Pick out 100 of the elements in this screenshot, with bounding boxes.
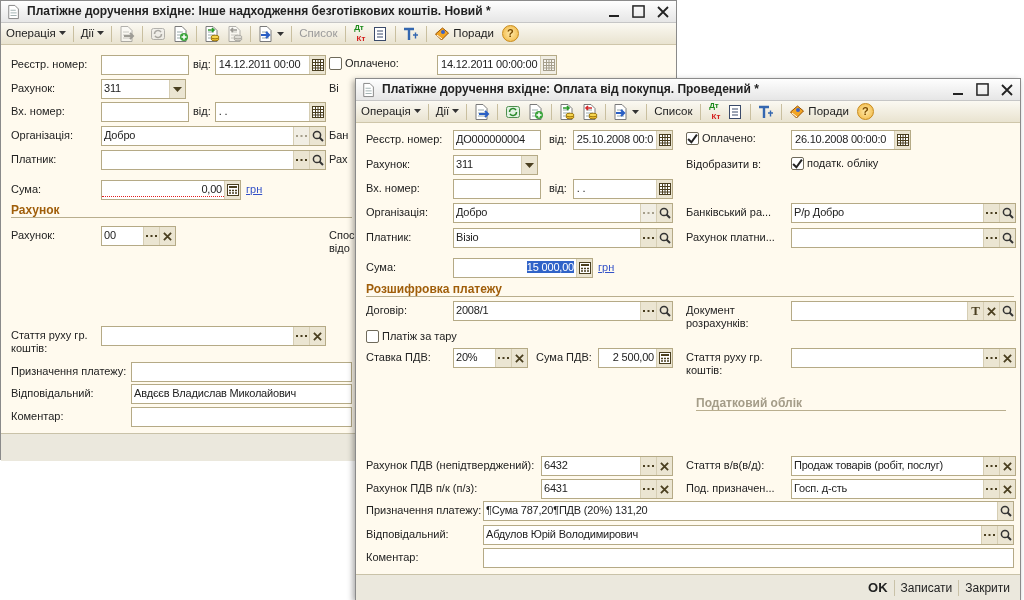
- input-field[interactable]: 00: [101, 226, 176, 246]
- input-field[interactable]: 20%: [453, 348, 528, 368]
- calendar-button[interactable]: [309, 103, 325, 121]
- amount-field[interactable]: 2 500,00: [597, 348, 673, 368]
- checkbox[interactable]: [791, 157, 804, 171]
- clear-button[interactable]: [159, 227, 175, 245]
- help-button[interactable]: ?: [501, 25, 519, 42]
- input-field[interactable]: Госп. д-сть: [791, 479, 1016, 499]
- checkbox[interactable]: [366, 330, 379, 344]
- currency-link[interactable]: грн: [593, 258, 615, 275]
- input-field[interactable]: [791, 228, 1016, 248]
- input-field[interactable]: [131, 362, 352, 382]
- checkbox-label[interactable]: Платіж за тару: [382, 330, 457, 344]
- input-field[interactable]: [101, 326, 326, 346]
- input-field[interactable]: Р/р Добро: [791, 203, 1016, 223]
- input-field[interactable]: Абдулов Юрій Володимирович: [483, 525, 1014, 545]
- choose-button[interactable]: [143, 227, 159, 245]
- calculator-button[interactable]: [576, 259, 592, 277]
- maximize-button[interactable]: [629, 5, 648, 18]
- input-field[interactable]: 2008/1: [453, 301, 673, 321]
- calculator-button[interactable]: [224, 181, 240, 199]
- dropdown-button[interactable]: [169, 80, 185, 98]
- date-field[interactable]: 26.10.2008 00:00:0: [791, 130, 911, 150]
- input-field[interactable]: [101, 55, 189, 75]
- input-field[interactable]: [101, 102, 189, 122]
- input-field[interactable]: 6432: [541, 456, 673, 476]
- close-button[interactable]: [998, 83, 1016, 96]
- search-button[interactable]: [656, 204, 672, 222]
- search-button[interactable]: [309, 151, 325, 169]
- maximize-button[interactable]: [973, 83, 992, 96]
- clear-button[interactable]: [983, 302, 999, 320]
- input-field[interactable]: Добро: [453, 203, 673, 223]
- search-button[interactable]: [997, 526, 1013, 544]
- choose-button[interactable]: [640, 457, 656, 475]
- footer-button[interactable]: Записати: [893, 579, 959, 597]
- input-field[interactable]: 6431: [541, 479, 673, 499]
- search-button[interactable]: [999, 302, 1015, 320]
- search-button[interactable]: [309, 127, 325, 145]
- search-button[interactable]: [999, 204, 1015, 222]
- dropdown-field[interactable]: 311: [101, 79, 186, 99]
- clear-button[interactable]: [999, 457, 1015, 475]
- choose-button[interactable]: [981, 526, 997, 544]
- clear-button[interactable]: [999, 480, 1015, 498]
- clear-button[interactable]: [656, 457, 672, 475]
- choose-button[interactable]: [293, 327, 309, 345]
- calendar-button[interactable]: [309, 56, 325, 74]
- tips-button[interactable]: Поради: [431, 24, 497, 43]
- input-field[interactable]: Добро: [101, 126, 326, 146]
- checkbox-label[interactable]: податк. обліку: [807, 157, 879, 171]
- toolbar-button[interactable]: Список: [651, 103, 696, 120]
- calendar-button[interactable]: [656, 131, 672, 149]
- date-field[interactable]: 14.12.2011 00:00:00: [437, 55, 557, 75]
- input-field[interactable]: [131, 407, 352, 427]
- checkbox[interactable]: [686, 132, 699, 146]
- amount-field[interactable]: 0,00: [101, 180, 241, 200]
- input-field[interactable]: Авдєєв Владислав Миколайович: [131, 384, 352, 404]
- choose-button[interactable]: [640, 229, 656, 247]
- dropdown-button[interactable]: [521, 156, 537, 174]
- checkbox-label[interactable]: Оплачено:: [702, 132, 756, 146]
- search-button[interactable]: [997, 502, 1013, 520]
- choose-button[interactable]: [983, 480, 999, 498]
- choose-button[interactable]: [983, 229, 999, 247]
- footer-button[interactable]: Закрити: [958, 579, 1016, 597]
- help-button[interactable]: ?: [856, 103, 874, 120]
- close-button[interactable]: [654, 5, 672, 18]
- debit-credit-button[interactable]: Дт Кт: [704, 102, 724, 121]
- menu-button[interactable]: Операція: [358, 103, 424, 120]
- menu-button[interactable]: Операція: [3, 25, 69, 42]
- input-field[interactable]: [101, 150, 326, 170]
- choose-button[interactable]: [640, 302, 656, 320]
- calendar-button[interactable]: [894, 131, 910, 149]
- clear-button[interactable]: [511, 349, 527, 367]
- calculator-button[interactable]: [656, 349, 672, 367]
- choose-button[interactable]: [640, 480, 656, 498]
- checkbox[interactable]: [329, 57, 342, 71]
- amount-field[interactable]: 15 000,00: [453, 258, 593, 278]
- menu-button[interactable]: Дії: [432, 103, 463, 120]
- clear-button[interactable]: [309, 327, 325, 345]
- dropdown-field[interactable]: 311: [453, 155, 538, 175]
- tips-button[interactable]: Поради: [786, 102, 852, 121]
- text-button[interactable]: T: [967, 302, 983, 320]
- choose-button[interactable]: [983, 204, 999, 222]
- input-field[interactable]: Продаж товарів (робіт, послуг): [791, 456, 1016, 476]
- clear-button[interactable]: [656, 480, 672, 498]
- input-field[interactable]: ¶Сума 787,20¶ПДВ (20%) 131,20: [483, 501, 1014, 521]
- choose-button[interactable]: [293, 151, 309, 169]
- date-field[interactable]: 25.10.2008 00:0: [572, 130, 673, 150]
- checkbox-label[interactable]: Оплачено:: [345, 57, 399, 71]
- choose-button[interactable]: [495, 349, 511, 367]
- input-field[interactable]: ДО000000004: [453, 130, 541, 150]
- input-field[interactable]: [453, 179, 541, 199]
- debit-credit-button[interactable]: Дт Кт: [349, 24, 369, 43]
- currency-link[interactable]: грн: [241, 180, 263, 197]
- date-field[interactable]: 14.12.2011 00:00: [214, 55, 326, 75]
- clear-button[interactable]: [999, 349, 1015, 367]
- input-field[interactable]: T: [791, 301, 1016, 321]
- choose-button[interactable]: [983, 349, 999, 367]
- date-field[interactable]: . .: [572, 179, 673, 199]
- input-field[interactable]: [483, 548, 1014, 568]
- calendar-button[interactable]: [656, 180, 672, 198]
